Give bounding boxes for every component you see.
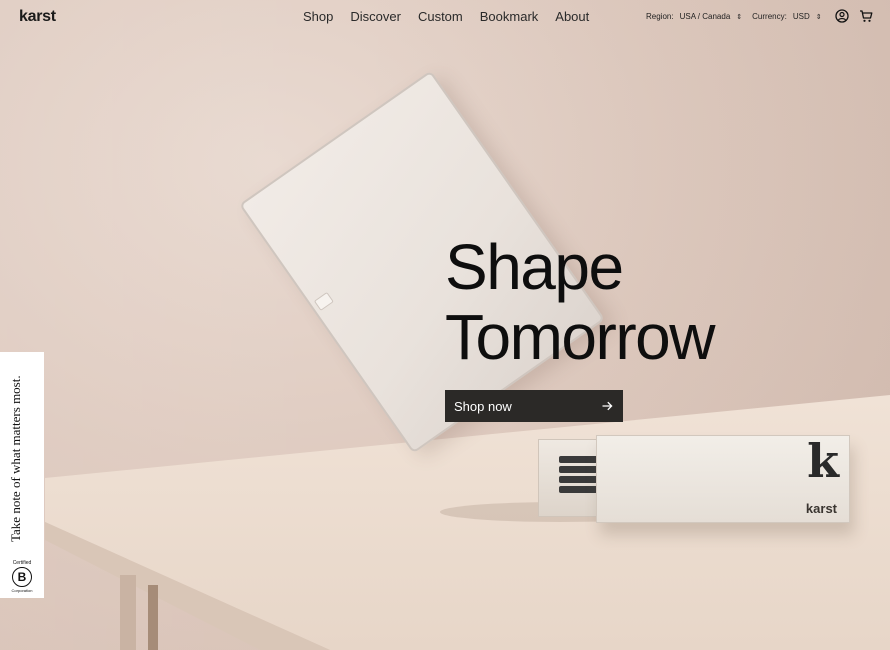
cart-icon[interactable] [859, 9, 873, 23]
nav-bookmark[interactable]: Bookmark [480, 9, 539, 24]
side-tab-text: Take note of what matters most. [8, 375, 23, 542]
currency-selector[interactable]: Currency: USD ⇕ [752, 12, 821, 21]
region-value: USA / Canada [679, 12, 731, 21]
arrow-right-icon [602, 401, 613, 411]
box-mark: k [807, 434, 839, 488]
shop-now-label: Shop now [454, 398, 512, 414]
b-corp-certified: Certified [12, 560, 32, 566]
nav-shop[interactable]: Shop [303, 9, 333, 24]
locale-selectors: Region: USA / Canada ⇕ Currency: USD ⇕ [646, 12, 822, 21]
nav-about[interactable]: About [555, 9, 589, 24]
nav-discover[interactable]: Discover [350, 9, 401, 24]
b-corp-badge: Certified B Corporation [9, 560, 35, 593]
region-label: Region: [646, 12, 674, 21]
account-icon[interactable] [835, 9, 849, 23]
nav-custom[interactable]: Custom [418, 9, 463, 24]
headline-line-2: Tomorrow [445, 301, 715, 373]
site-header: karst Shop Discover Custom Bookmark Abou… [0, 0, 890, 34]
updown-icon: ⇕ [815, 13, 822, 21]
pencil-box-image: k karst [538, 435, 850, 523]
region-selector[interactable]: Region: USA / Canada ⇕ [646, 12, 742, 21]
main-nav: Shop Discover Custom Bookmark About [303, 9, 589, 24]
shop-now-button[interactable]: Shop now [445, 390, 623, 422]
currency-value: USD [792, 12, 810, 21]
updown-icon: ⇕ [736, 13, 743, 21]
pencil-tray [538, 439, 603, 517]
notebook-band [313, 291, 334, 311]
b-corp-corporation: Corporation [11, 588, 33, 593]
logo[interactable]: karst [19, 8, 56, 26]
box-brand: karst [805, 501, 837, 516]
side-tab[interactable]: Take note of what matters most. Certifie… [0, 352, 44, 598]
pencil-box-sleeve: k karst [596, 435, 850, 523]
hero-headline: Shape Tomorrow [445, 231, 715, 373]
headline-line-1: Shape [445, 231, 624, 303]
currency-label: Currency: [752, 12, 787, 21]
b-corp-logo: B [12, 567, 32, 587]
